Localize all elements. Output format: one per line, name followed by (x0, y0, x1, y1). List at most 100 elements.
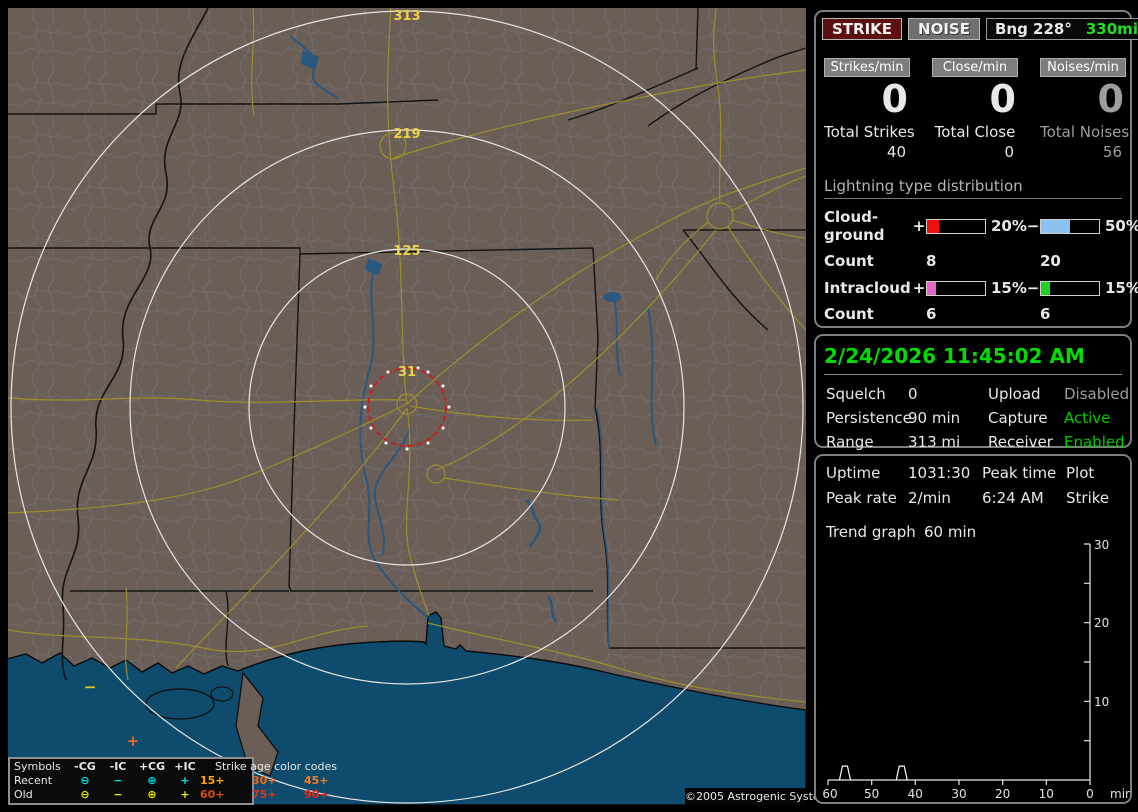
svg-text:50: 50 (864, 787, 879, 801)
intracloud-label: Intracloud (824, 279, 911, 297)
age-15: 15+ (200, 774, 225, 787)
cloud-ground-label: Cloud-ground (824, 208, 885, 244)
cg-positive-bar (926, 218, 986, 234)
peak-rate-value: 2/min (908, 489, 951, 507)
cg-negative-pct: 50% (1105, 217, 1138, 235)
ring-label-219: 219 (393, 127, 420, 142)
receiver-status: Enabled (1064, 433, 1125, 451)
uptime-label: Uptime (826, 464, 881, 482)
recent-neg-cg-icon: ⊖ (80, 774, 90, 787)
ring-label-313: 313 (393, 9, 420, 24)
svg-text:30: 30 (951, 787, 966, 801)
cg-positive-pct: 20% (991, 217, 1027, 235)
strikes-per-min-chip[interactable]: Strikes/min (824, 58, 910, 77)
svg-text:20: 20 (995, 787, 1010, 801)
age-45: 45+ (304, 774, 329, 787)
cloud-ground-count-row: Count 8 20 (824, 252, 1126, 270)
total-strikes-label: Total Strikes (824, 123, 915, 141)
cloud-ground-row: Cloud-ground + 20% − 50% (824, 208, 1138, 244)
total-strikes-value: 40 (886, 143, 906, 161)
legend-col-pos-ic: +IC (174, 760, 196, 773)
trend-axes (827, 543, 1091, 785)
capture-status: Active (1064, 409, 1111, 427)
bearing-readout: Bng 228° 330mi (985, 18, 1138, 40)
old-neg-ic-icon: − (113, 788, 123, 801)
total-noises-value: 56 (1102, 143, 1122, 161)
bearing-range-value: 330mi (1085, 20, 1138, 38)
count-label: Count (824, 252, 874, 270)
svg-text:10: 10 (1039, 787, 1054, 801)
legend-col-pos-cg: +CG (138, 760, 166, 773)
ic-negative-bar (1040, 280, 1100, 296)
svg-text:20: 20 (1094, 616, 1109, 630)
squelch-value: 0 (908, 385, 918, 403)
legend-col-neg-ic: -IC (109, 760, 127, 773)
ring-label-125: 125 (393, 244, 420, 259)
strikes-per-min-value: 0 (881, 77, 908, 121)
legend-symbols-header: Symbols (14, 760, 61, 773)
strike-counters-panel: STRIKE NOISE Bng 228° 330mi Strikes/min 0… (814, 10, 1138, 328)
noise-toggle-button[interactable]: NOISE (908, 18, 980, 40)
plus-sign: + (912, 217, 926, 235)
trend-panel: Uptime 1031:30 Peak time Plot Peak rate … (814, 454, 1132, 804)
total-close-value: 0 (1004, 143, 1014, 161)
total-noises-label: Total Noises (1040, 123, 1130, 141)
trend-graph: 30 20 10 60 50 40 30 20 10 0 min (822, 538, 1130, 801)
ic-positive-pct: 15% (991, 279, 1027, 297)
capture-label: Capture (988, 409, 1048, 427)
strike-toggle-button[interactable]: STRIKE (822, 18, 903, 40)
trend-peak (838, 765, 852, 781)
recent-neg-ic-icon: − (113, 774, 123, 787)
old-pos-ic-icon: + (180, 788, 190, 801)
status-panel: 2/24/2026 11:45:02 AM Squelch 0 Upload D… (814, 334, 1132, 451)
cg-negative-bar (1040, 218, 1100, 234)
noises-per-min-column: Noises/min 0 Total Noises 56 (1040, 58, 1130, 161)
ic-negative-count: 6 (1040, 305, 1051, 323)
squelch-label: Squelch (826, 385, 886, 403)
svg-text:0: 0 (1086, 787, 1094, 801)
persistence-label: Persistence (826, 409, 912, 427)
svg-text:30: 30 (1094, 538, 1109, 552)
lightning-map[interactable]: 313 219 125 31 − + Symbols -CG -IC +CG +I… (8, 8, 837, 805)
age-60: 60+ (200, 788, 225, 801)
old-negative-ic-strike: − (84, 678, 97, 696)
intracloud-count-row: Count 6 6 (824, 305, 1126, 323)
legend-row-label: Recent (14, 774, 53, 787)
old-neg-cg-icon: ⊖ (80, 788, 90, 801)
persistence-value: 90 min (908, 409, 961, 427)
age-90: 90+ (304, 788, 329, 801)
uptime-value: 1031:30 (908, 464, 971, 482)
noises-per-min-chip[interactable]: Noises/min (1040, 58, 1126, 77)
svg-text:40: 40 (908, 787, 923, 801)
trend-x-unit: min (1110, 787, 1130, 801)
copyright-notice: ©2005 Astrogenic Systems (685, 788, 837, 805)
ic-positive-bar (926, 280, 986, 296)
upload-label: Upload (988, 385, 1041, 403)
count-label: Count (824, 305, 874, 323)
map-canvas: 313 219 125 31 − + (8, 8, 806, 805)
range-value: 313 mi (908, 433, 961, 451)
plot-mode-value: Strike (1066, 489, 1110, 507)
ring-label-31: 31 (398, 365, 416, 380)
close-per-min-chip[interactable]: Close/min (932, 58, 1018, 77)
intracloud-row: Intracloud + 15% − 15% (824, 279, 1138, 297)
range-label: Range (826, 433, 874, 451)
peak-rate-label: Peak rate (826, 489, 897, 507)
total-close-label: Total Close (934, 123, 1016, 141)
legend-age-header: Strike age color codes (215, 760, 337, 773)
close-per-min-value: 0 (989, 77, 1016, 121)
noises-per-min-value: 0 (1097, 77, 1124, 121)
plot-label: Plot (1066, 464, 1095, 482)
receiver-label: Receiver (988, 433, 1053, 451)
recent-pos-cg-icon: ⊕ (147, 774, 157, 787)
legend-row-label: Old (14, 788, 33, 801)
distribution-title: Lightning type distribution (824, 177, 1122, 199)
aged-positive-strike: + (127, 732, 140, 750)
old-pos-cg-icon: ⊕ (147, 788, 157, 801)
ic-positive-count: 6 (926, 305, 937, 323)
datetime-display: 2/24/2026 11:45:02 AM (824, 344, 1122, 375)
app-window: 313 219 125 31 − + Symbols -CG -IC +CG +I… (0, 0, 1138, 812)
strikes-per-min-column: Strikes/min 0 Total Strikes 40 (824, 58, 915, 161)
bearing-value: Bng 228° (994, 20, 1072, 38)
svg-text:60: 60 (822, 787, 837, 801)
